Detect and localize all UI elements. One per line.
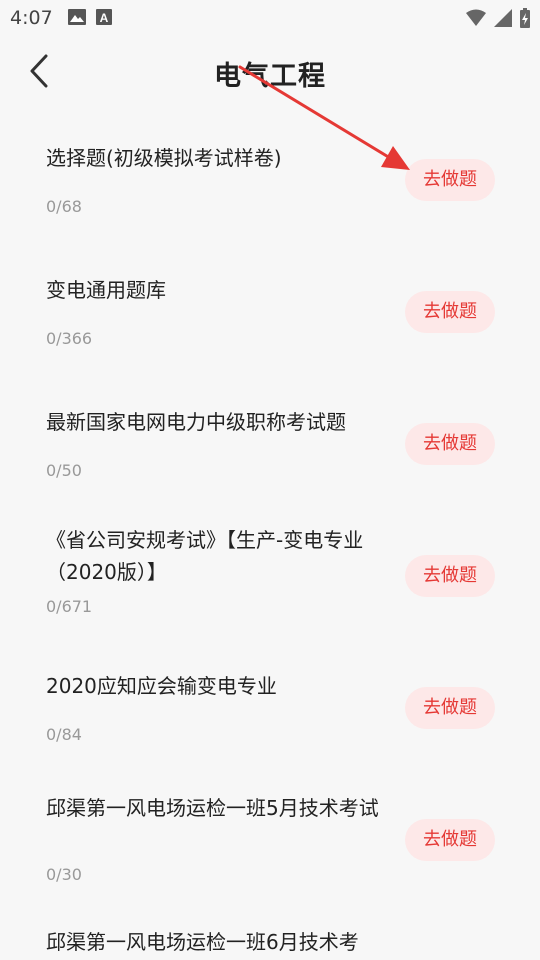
status-system-icons <box>466 8 530 32</box>
exam-item[interactable]: 《省公司安规考试》【生产-变电专业（2020版）】 0/671 去做题 <box>0 508 540 640</box>
exam-progress: 0/50 <box>46 461 82 480</box>
exam-item[interactable]: 2020应知应会输变电专业 0/84 去做题 <box>0 640 540 772</box>
exam-progress: 0/671 <box>46 597 93 616</box>
exam-title: 邱渠第一风电场运检一班6月技术考 <box>46 930 359 954</box>
exam-progress: 0/68 <box>46 197 82 216</box>
exam-progress: 0/30 <box>46 865 82 884</box>
exam-progress: 0/84 <box>46 725 82 744</box>
signal-icon <box>494 9 512 31</box>
start-exam-button[interactable]: 去做题 <box>405 687 495 729</box>
exam-title: 《省公司安规考试》【生产-变电专业（2020版）】 <box>46 528 364 584</box>
exam-item[interactable]: 最新国家电网电力中级职称考试题 0/50 去做题 <box>0 376 540 508</box>
status-time: 4:07 <box>10 7 53 29</box>
status-notification-icons: A <box>68 9 112 29</box>
app-header: 电气工程 <box>0 36 540 108</box>
exam-item[interactable]: 选择题(初级模拟考试样卷) 0/68 去做题 <box>0 112 540 244</box>
start-exam-button[interactable]: 去做题 <box>405 555 495 597</box>
exam-item[interactable]: 邱渠第一风电场运检一班6月技术考 <box>0 904 540 960</box>
font-icon: A <box>96 9 112 29</box>
start-exam-button[interactable]: 去做题 <box>405 159 495 201</box>
status-bar: 4:07 A <box>0 0 540 36</box>
exam-progress: 0/366 <box>46 329 93 348</box>
exam-title: 2020应知应会输变电专业 <box>46 674 277 698</box>
svg-text:A: A <box>100 11 109 25</box>
battery-icon <box>520 8 530 32</box>
page-title: 电气工程 <box>214 61 326 92</box>
exam-title: 最新国家电网电力中级职称考试题 <box>46 410 346 434</box>
exam-item[interactable]: 邱渠第一风电场运检一班5月技术考试 0/30 去做题 <box>0 772 540 904</box>
exam-title: 邱渠第一风电场运检一班5月技术考试 <box>46 796 379 820</box>
wifi-icon <box>466 9 486 31</box>
exam-title: 变电通用题库 <box>46 278 166 302</box>
image-icon <box>68 9 86 29</box>
start-exam-button[interactable]: 去做题 <box>405 819 495 861</box>
start-exam-button[interactable]: 去做题 <box>405 291 495 333</box>
exam-item[interactable]: 变电通用题库 0/366 去做题 <box>0 244 540 376</box>
start-exam-button[interactable]: 去做题 <box>405 423 495 465</box>
exam-title: 选择题(初级模拟考试样卷) <box>46 146 282 170</box>
